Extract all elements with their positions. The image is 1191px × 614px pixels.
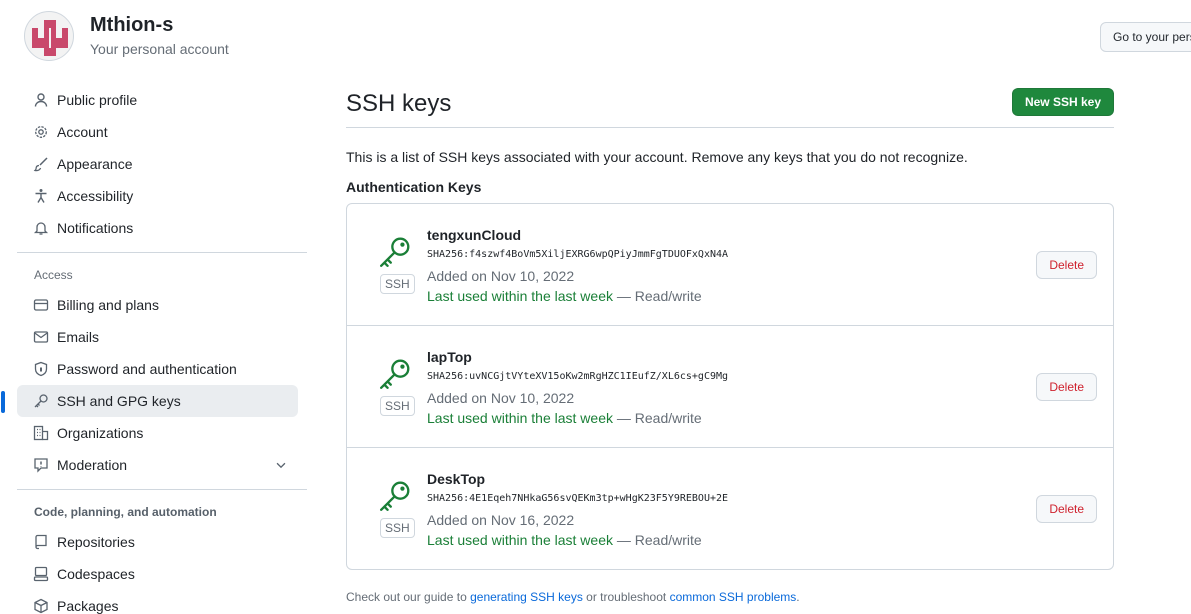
sidebar-item-label: Organizations	[57, 425, 144, 441]
delete-key-button[interactable]: Delete	[1036, 495, 1097, 523]
ssh-key-item: SSH tengxunCloud SHA256:f4szwf4BoVm5Xilj…	[347, 204, 1113, 325]
accessibility-icon	[33, 188, 49, 204]
key-access: — Read/write	[616, 532, 702, 548]
sidebar-group-code-title: Code, planning, and automation	[34, 505, 217, 519]
key-title: lapTop	[427, 349, 472, 365]
gear-icon	[33, 124, 49, 140]
sidebar-item-label: Appearance	[57, 156, 133, 172]
footnote: Check out our guide to generating SSH ke…	[346, 588, 1114, 606]
key-last-used: Last used within the last week	[427, 532, 613, 548]
sidebar-item-public-profile[interactable]: Public profile	[17, 84, 298, 116]
mail-icon	[33, 329, 49, 345]
shield-lock-icon	[33, 361, 49, 377]
sidebar-item-label: Accessibility	[57, 188, 134, 204]
account-header: Mthion-s Your personal account	[24, 11, 229, 61]
key-title: DeskTop	[427, 471, 486, 487]
sidebar-group-access-title: Access	[34, 268, 73, 282]
settings-sidebar: Public profile Account Appearance Access…	[1, 84, 307, 614]
key-added-date: Added on Nov 10, 2022	[427, 390, 575, 406]
ssh-key-list: SSH tengxunCloud SHA256:f4szwf4BoVm5Xilj…	[346, 203, 1114, 570]
intro-text: This is a list of SSH keys associated wi…	[346, 149, 968, 165]
paintbrush-icon	[33, 156, 49, 172]
section-title: Authentication Keys	[346, 179, 482, 195]
sidebar-item-notifications[interactable]: Notifications	[17, 212, 298, 244]
credit-card-icon	[33, 297, 49, 313]
common-ssh-problems-link[interactable]: common SSH problems	[670, 590, 797, 604]
key-added-date: Added on Nov 16, 2022	[427, 512, 575, 528]
key-access: — Read/write	[616, 288, 702, 304]
key-icon	[380, 237, 410, 267]
sidebar-item-label: Packages	[57, 598, 119, 614]
delete-key-button[interactable]: Delete	[1036, 373, 1097, 401]
sidebar-item-password-authentication[interactable]: Password and authentication	[17, 353, 298, 385]
package-icon	[33, 598, 49, 614]
key-added-date: Added on Nov 10, 2022	[427, 268, 575, 284]
generating-ssh-keys-link[interactable]: generating SSH keys	[470, 590, 583, 604]
sidebar-item-accessibility[interactable]: Accessibility	[17, 180, 298, 212]
account-subtitle: Your personal account	[90, 41, 229, 57]
sidebar-item-appearance[interactable]: Appearance	[17, 148, 298, 180]
delete-key-button[interactable]: Delete	[1036, 251, 1097, 279]
ssh-label-badge: SSH	[380, 518, 415, 538]
sidebar-item-label: Account	[57, 124, 108, 140]
organization-icon	[33, 425, 49, 441]
person-icon	[33, 92, 49, 108]
sidebar-item-account[interactable]: Account	[17, 116, 298, 148]
report-icon	[33, 457, 49, 473]
sidebar-item-label: Codespaces	[57, 566, 135, 582]
repo-icon	[33, 534, 49, 550]
key-fingerprint: SHA256:f4szwf4BoVm5XiljEXRG6wpQPiyJmmFgT…	[427, 249, 729, 260]
sidebar-divider	[17, 489, 307, 490]
user-name[interactable]: Mthion-s	[90, 13, 229, 37]
sidebar-item-label: Moderation	[57, 457, 128, 473]
avatar[interactable]	[24, 11, 74, 61]
key-last-used: Last used within the last week	[427, 288, 613, 304]
chevron-down-icon[interactable]	[274, 458, 288, 472]
key-title: tengxunCloud	[427, 227, 522, 243]
page-title: SSH keys	[346, 90, 452, 117]
ssh-label-badge: SSH	[380, 274, 415, 294]
new-ssh-key-button[interactable]: New SSH key	[1011, 88, 1114, 116]
sidebar-item-billing[interactable]: Billing and plans	[17, 289, 298, 321]
key-last-used: Last used within the last week	[427, 410, 613, 426]
go-to-profile-button[interactable]: Go to your personal profile	[1100, 22, 1191, 52]
identicon-icon	[32, 20, 68, 56]
sidebar-item-label: Billing and plans	[57, 297, 159, 313]
ssh-key-item: SSH lapTop SHA256:uvNCGjtVYteXV15oKw2mRg…	[347, 325, 1113, 447]
key-fingerprint: SHA256:uvNCGjtVYteXV15oKw2mRgHZC1IEufZ/X…	[427, 371, 729, 382]
footnote-middle: or troubleshoot	[586, 590, 667, 604]
sidebar-item-moderation[interactable]: Moderation	[17, 449, 298, 481]
sidebar-item-organizations[interactable]: Organizations	[17, 417, 298, 449]
sidebar-divider	[17, 252, 307, 253]
sidebar-item-emails[interactable]: Emails	[17, 321, 298, 353]
sidebar-item-ssh-gpg-keys[interactable]: SSH and GPG keys	[1, 385, 298, 417]
ssh-keys-panel: SSH keys New SSH key This is a list of S…	[346, 86, 1114, 606]
ssh-label-badge: SSH	[380, 396, 415, 416]
footnote-suffix: .	[796, 590, 800, 604]
key-icon	[33, 393, 49, 409]
key-access: — Read/write	[616, 410, 702, 426]
sidebar-item-label: Repositories	[57, 534, 135, 550]
ssh-key-item: SSH DeskTop SHA256:4E1Eqeh7NHkaG56svQEKm…	[347, 447, 1113, 569]
key-icon	[380, 359, 410, 389]
sidebar-item-label: SSH and GPG keys	[57, 393, 181, 409]
codespaces-icon	[33, 566, 49, 582]
bell-icon	[33, 220, 49, 236]
sidebar-item-label: Password and authentication	[57, 361, 237, 377]
key-icon	[380, 481, 410, 511]
key-fingerprint: SHA256:4E1Eqeh7NHkaG56svQEKm3tp+wHgK23F5…	[427, 493, 729, 504]
page-title-row: SSH keys New SSH key	[346, 86, 1114, 128]
sidebar-item-label: Public profile	[57, 92, 138, 108]
sidebar-item-label: Emails	[57, 329, 100, 345]
sidebar-item-codespaces[interactable]: Codespaces	[17, 558, 298, 590]
footnote-prefix: Check out our guide to	[346, 590, 467, 604]
sidebar-item-repositories[interactable]: Repositories	[17, 526, 298, 558]
sidebar-item-label: Notifications	[57, 220, 134, 236]
sidebar-item-packages[interactable]: Packages	[17, 590, 298, 614]
